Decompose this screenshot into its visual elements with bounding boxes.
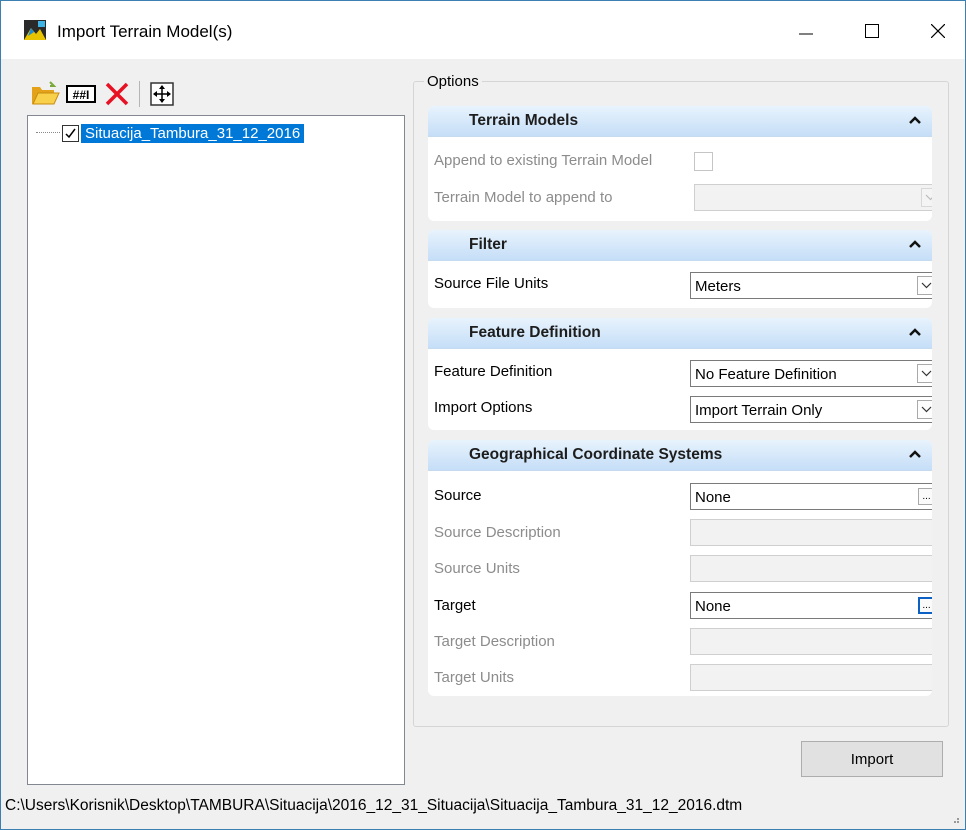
open-folder-icon — [32, 81, 60, 105]
delete-x-icon — [105, 82, 129, 106]
chevron-down-icon — [921, 406, 932, 413]
feature-definition-value: No Feature Definition — [695, 366, 837, 383]
target-label: Target — [434, 597, 476, 614]
source-file-units-dropdown[interactable]: Meters — [690, 272, 932, 299]
chevron-down-icon — [921, 370, 932, 377]
append-existing-checkbox[interactable] — [694, 152, 713, 171]
window-title: Import Terrain Model(s) — [57, 22, 233, 41]
grid-number-icon: ##I — [66, 85, 96, 103]
status-path: C:\Users\Korisnik\Desktop\TAMBURA\Situac… — [5, 797, 743, 814]
source-description-field[interactable] — [690, 519, 932, 546]
feature-definition-label: Feature Definition — [434, 363, 553, 380]
terrain-models-header[interactable]: Terrain Models — [428, 106, 932, 137]
import-options-value: Import Terrain Only — [695, 402, 823, 419]
terrain-models-section: Terrain Models Append to existing Terrai… — [428, 106, 932, 221]
checkmark-icon — [65, 128, 76, 138]
terrain-models-title: Terrain Models — [469, 112, 579, 129]
target-units-field[interactable] — [690, 664, 932, 691]
source-file-units-label: Source File Units — [434, 275, 549, 292]
append-to-label: Terrain Model to append to — [434, 189, 613, 206]
target-description-field[interactable] — [690, 628, 932, 655]
import-button[interactable]: Import — [801, 741, 943, 777]
source-units-field[interactable] — [690, 555, 932, 582]
gcs-section: Geographical Coordinate Systems Source N… — [428, 440, 932, 696]
target-field[interactable]: None ... — [690, 592, 932, 619]
feature-definition-section: Feature Definition Feature Definition No… — [428, 318, 932, 430]
import-terrain-window: Import Terrain Model(s) ##I Situacija_Ta… — [0, 0, 966, 830]
source-field[interactable]: None ... — [690, 483, 932, 510]
gcs-title: Geographical Coordinate Systems — [469, 446, 723, 463]
chevron-up-icon[interactable] — [908, 238, 922, 250]
dropdown-arrow[interactable] — [917, 276, 932, 295]
options-legend: Options — [424, 73, 482, 90]
delete-button[interactable] — [101, 78, 133, 110]
fit-view-icon — [150, 82, 174, 106]
chevron-up-icon[interactable] — [908, 114, 922, 126]
source-browse-button[interactable]: ... — [918, 488, 932, 505]
chevron-down-icon — [925, 194, 932, 201]
minimize-button[interactable] — [779, 9, 833, 53]
maximize-button[interactable] — [845, 9, 899, 53]
import-options-dropdown[interactable]: Import Terrain Only — [690, 396, 932, 423]
target-value: None — [695, 598, 731, 615]
target-browse-button[interactable]: ... — [918, 597, 932, 614]
append-existing-label: Append to existing Terrain Model — [434, 152, 653, 169]
resize-grip-icon[interactable] — [951, 815, 959, 823]
tree-item-label[interactable]: Situacija_Tambura_31_12_2016 — [81, 123, 305, 143]
filter-header[interactable]: Filter — [428, 230, 932, 261]
chevron-up-icon[interactable] — [908, 326, 922, 338]
dropdown-arrow[interactable] — [917, 400, 932, 419]
toolbar-separator — [139, 81, 140, 107]
fit-view-button[interactable] — [146, 78, 178, 110]
close-icon — [931, 24, 945, 38]
open-button[interactable] — [29, 78, 61, 110]
import-options-label: Import Options — [434, 399, 533, 416]
terrain-tree[interactable]: Situacija_Tambura_31_12_2016 — [27, 115, 405, 785]
close-button[interactable] — [911, 9, 965, 53]
target-units-label: Target Units — [434, 669, 515, 686]
chevron-down-icon — [921, 282, 932, 289]
source-file-units-value: Meters — [695, 278, 741, 295]
filter-title: Filter — [469, 236, 507, 253]
number-grid-button[interactable]: ##I — [65, 78, 97, 110]
terrain-app-icon — [23, 19, 47, 41]
chevron-up-icon[interactable] — [908, 448, 922, 460]
tree-item[interactable]: Situacija_Tambura_31_12_2016 — [36, 122, 305, 144]
source-label: Source — [434, 487, 482, 504]
source-description-label: Source Description — [434, 524, 561, 541]
tree-toolbar: ##I — [29, 77, 178, 111]
svg-text:##I: ##I — [73, 88, 90, 102]
dropdown-arrow[interactable] — [921, 188, 932, 207]
dropdown-arrow[interactable] — [917, 364, 932, 383]
tree-item-checkbox[interactable] — [62, 124, 79, 142]
target-description-label: Target Description — [434, 633, 555, 650]
filter-section: Filter Source File Units Meters — [428, 230, 932, 308]
feature-definition-dropdown[interactable]: No Feature Definition — [690, 360, 932, 387]
tree-connector — [36, 132, 60, 134]
feature-definition-title: Feature Definition — [469, 324, 601, 341]
maximize-icon — [865, 24, 879, 38]
options-group: Options Terrain Models Append to existin… — [413, 73, 949, 727]
append-to-dropdown[interactable] — [694, 184, 932, 211]
source-value: None — [695, 489, 731, 506]
minimize-icon — [799, 33, 813, 35]
title-bar[interactable]: Import Terrain Model(s) — [1, 1, 965, 59]
gcs-header[interactable]: Geographical Coordinate Systems — [428, 440, 932, 471]
feature-definition-header[interactable]: Feature Definition — [428, 318, 932, 349]
source-units-label: Source Units — [434, 560, 520, 577]
